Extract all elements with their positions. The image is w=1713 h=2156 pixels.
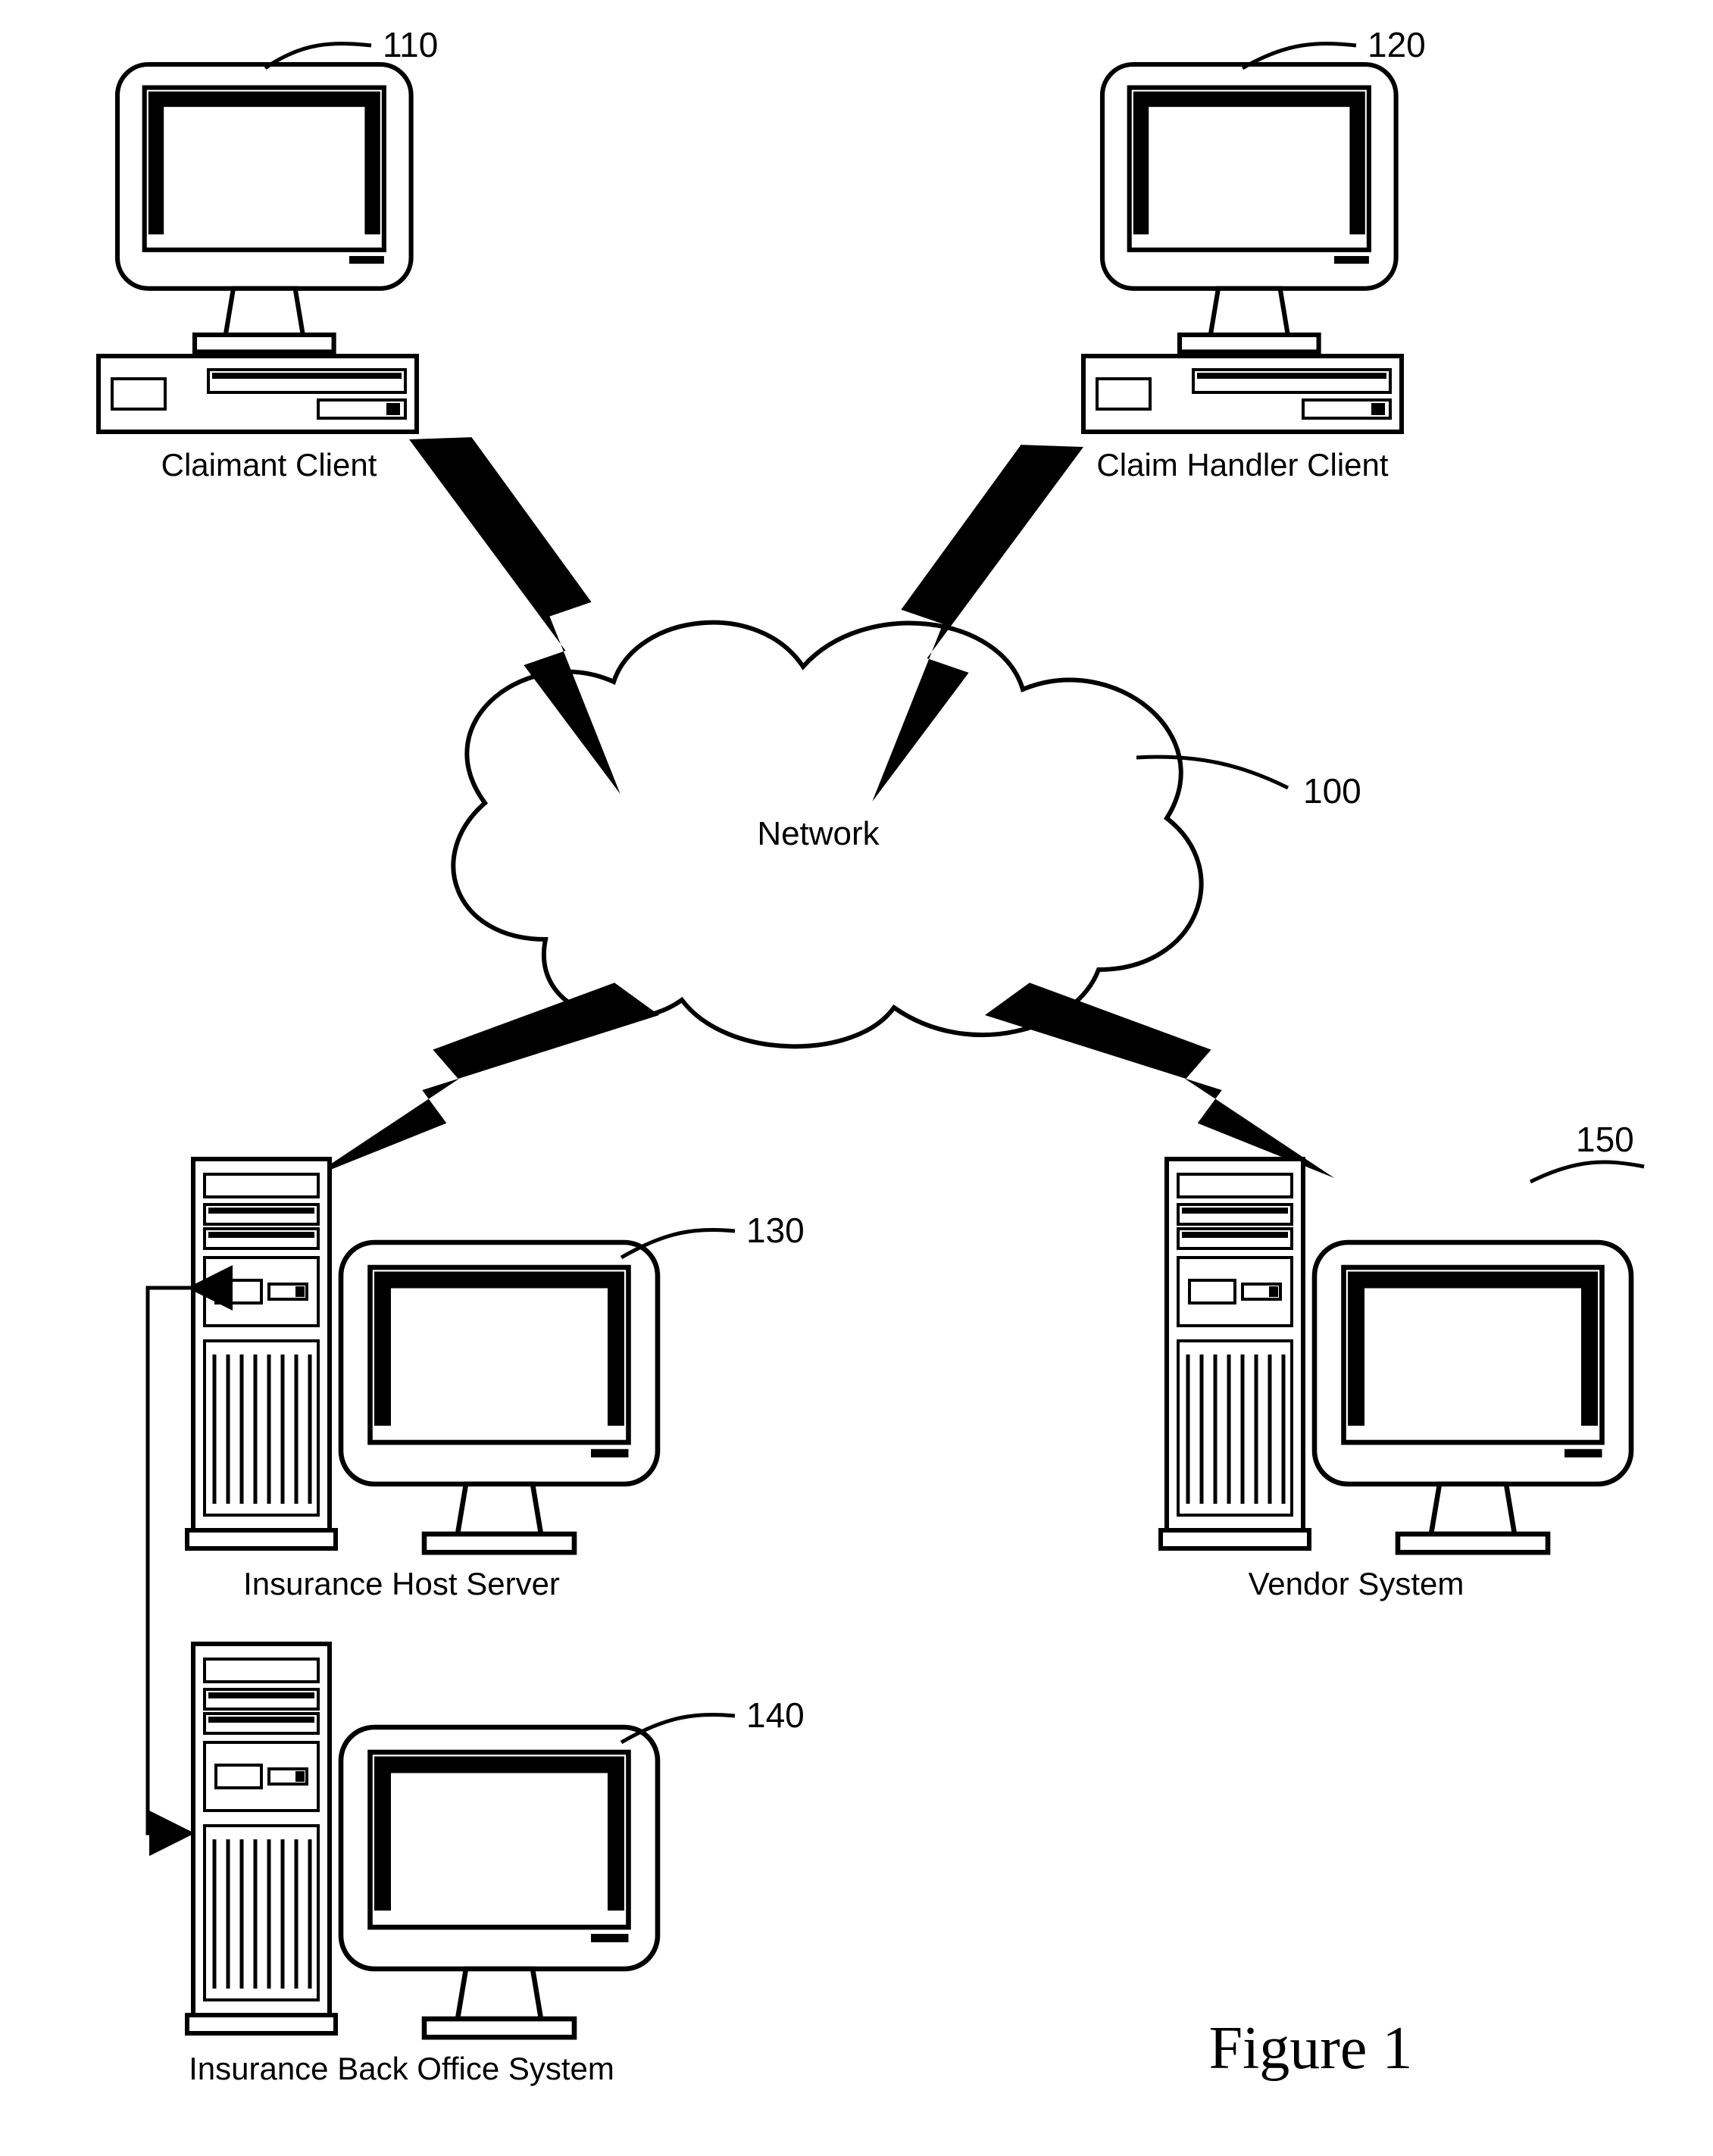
handler-monitor (1102, 64, 1396, 352)
host-tower (187, 1159, 336, 1548)
handler-ref: 120 (1368, 25, 1426, 64)
vendor-tower (1161, 1159, 1309, 1548)
backoffice-ref: 140 (746, 1695, 805, 1735)
handler-label: Claim Handler Client (1096, 447, 1388, 483)
host-backoffice-link (148, 1288, 191, 1833)
network-label: Network (757, 815, 880, 852)
host-ref: 130 (746, 1211, 805, 1250)
claimant-ref: 110 (383, 25, 438, 64)
vendor-ref: 150 (1576, 1120, 1634, 1159)
claimant-monitor (117, 64, 411, 352)
host-label: Insurance Host Server (243, 1566, 560, 1601)
network-ref: 100 (1303, 771, 1361, 811)
vendor-leader (1530, 1162, 1644, 1182)
claimant-label: Claimant Client (161, 447, 377, 483)
vendor-monitor (1314, 1242, 1631, 1552)
vendor-label: Vendor System (1249, 1566, 1464, 1601)
backoffice-monitor (341, 1727, 658, 2037)
handler-tower (1083, 356, 1402, 432)
host-monitor (341, 1242, 658, 1552)
figure-caption: Figure 1 (1209, 2015, 1413, 2082)
claimant-tower (98, 356, 417, 432)
backoffice-label: Insurance Back Office System (189, 2051, 614, 2086)
backoffice-tower (187, 1644, 336, 2033)
